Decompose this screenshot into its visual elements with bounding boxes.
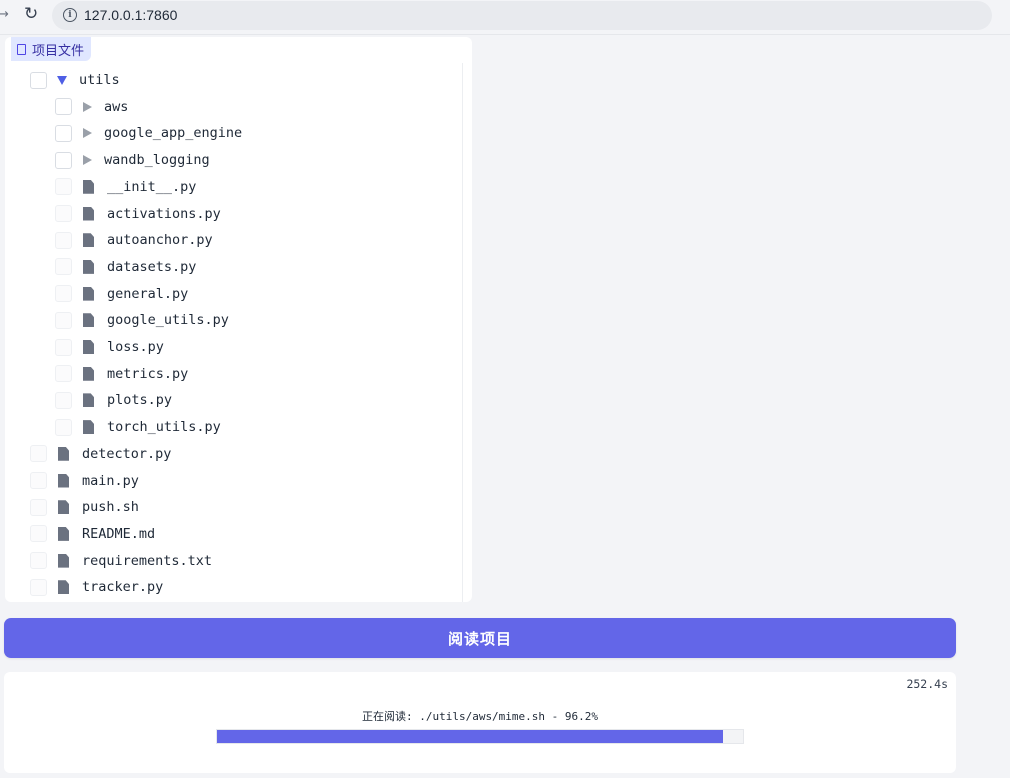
read-project-button[interactable]: 阅读项目 <box>4 618 956 658</box>
progress-bar <box>216 729 744 744</box>
file-icon <box>83 206 94 221</box>
caret-right-icon[interactable] <box>83 128 92 139</box>
tree-file[interactable]: plots.py <box>55 387 172 413</box>
tree-file[interactable]: autoanchor.py <box>55 227 213 253</box>
info-icon[interactable]: i <box>63 8 77 22</box>
tree-file[interactable]: datasets.py <box>55 254 196 280</box>
file-icon <box>83 259 94 274</box>
tree-item-label: google_utils.py <box>107 312 229 329</box>
checkbox[interactable] <box>30 578 47 596</box>
checkbox[interactable] <box>30 525 47 543</box>
tree-item-label: loss.py <box>107 339 164 355</box>
caret-down-icon[interactable] <box>57 75 67 85</box>
file-icon <box>83 233 94 248</box>
browser-toolbar: → ↻ i 127.0.0.1:7860 <box>0 0 1010 35</box>
tree-folder[interactable]: wandb_logging <box>55 147 210 173</box>
tree-item-label: aws <box>104 98 129 115</box>
checkbox[interactable] <box>30 472 47 489</box>
tree-item-label: main.py <box>82 472 139 489</box>
tree-file[interactable]: README.md <box>30 521 155 547</box>
checkbox[interactable] <box>55 178 72 196</box>
checkbox[interactable] <box>55 418 72 436</box>
file-icon <box>83 313 94 328</box>
file-icon <box>58 446 69 461</box>
tree-file[interactable]: tracker.py <box>30 574 163 600</box>
tree-item-label: wandb_logging <box>104 152 210 169</box>
file-icon <box>83 366 94 381</box>
tree-file[interactable]: activations.py <box>55 201 221 227</box>
checkbox[interactable] <box>55 124 72 142</box>
tree-folder[interactable]: google_app_engine <box>55 120 242 146</box>
panel-label-text: 项目文件 <box>32 43 85 59</box>
tree-item-label: detector.py <box>82 445 172 462</box>
file-icon <box>58 580 69 595</box>
tree-file[interactable]: __init__.py <box>55 174 196 200</box>
checkbox[interactable] <box>55 338 72 356</box>
tree-file[interactable]: requirements.txt <box>30 548 212 574</box>
file-icon <box>58 553 69 568</box>
tree-item-label: tracker.py <box>82 579 164 596</box>
tree-file[interactable]: general.py <box>55 281 188 307</box>
file-icon <box>58 526 69 541</box>
tree-file[interactable]: main.py <box>30 468 139 494</box>
checkbox[interactable] <box>55 231 72 249</box>
reload-icon[interactable]: ↻ <box>24 4 38 24</box>
tree-item-label: requirements.txt <box>82 552 213 569</box>
tree-item-label: metrics.py <box>107 365 189 382</box>
tree-folder[interactable]: utils <box>30 67 120 93</box>
caret-right-icon[interactable] <box>83 155 92 166</box>
app-main: 项目文件 utils aws google_app_engine wandb_logg… <box>0 35 1010 778</box>
tree-item-label: autoanchor.py <box>107 232 213 249</box>
file-icon <box>58 473 69 488</box>
tree-item-label: google_app_engine <box>104 125 243 142</box>
tree-file[interactable]: google_utils.py <box>55 307 229 333</box>
checkbox[interactable] <box>30 552 47 570</box>
checkbox[interactable] <box>30 445 47 463</box>
checkbox[interactable] <box>55 258 72 276</box>
tree-item-label: activations.py <box>107 205 221 222</box>
tree-item-label: __init__.py <box>107 178 197 195</box>
tree-file[interactable]: loss.py <box>55 334 164 360</box>
file-icon <box>83 393 94 408</box>
caret-right-icon[interactable] <box>83 101 92 112</box>
checkbox[interactable] <box>55 311 72 329</box>
elapsed-time: 252.4s <box>906 677 948 691</box>
checkbox[interactable] <box>55 98 72 116</box>
progress-bar-fill <box>217 730 723 743</box>
checkbox[interactable] <box>55 285 72 303</box>
panel-label: 项目文件 <box>11 37 92 61</box>
checkbox[interactable] <box>55 151 72 169</box>
document-icon <box>17 43 26 55</box>
checkbox[interactable] <box>30 498 47 516</box>
checkbox[interactable] <box>55 391 72 409</box>
file-icon <box>83 420 94 435</box>
tree-item-label: general.py <box>107 285 189 302</box>
checkbox[interactable] <box>55 365 72 383</box>
tree-file[interactable]: push.sh <box>30 494 139 520</box>
tree-file[interactable]: torch_utils.py <box>55 414 221 440</box>
file-icon <box>83 286 94 301</box>
file-icon <box>83 340 94 354</box>
tree-file[interactable]: detector.py <box>30 441 171 467</box>
arrow-right-icon[interactable]: → <box>0 7 9 22</box>
file-tree: utils aws google_app_engine wandb_logging __… <box>5 67 461 602</box>
tree-item-label: README.md <box>82 525 156 542</box>
checkbox[interactable] <box>55 205 72 222</box>
tree-item-label: push.sh <box>82 499 139 516</box>
tree-item-label: utils <box>79 72 120 88</box>
tree-item-label: plots.py <box>107 392 173 409</box>
progress-status-text: 正在阅读: ./utils/aws/mime.sh - 96.2% <box>361 710 599 723</box>
tree-item-label: datasets.py <box>107 258 197 275</box>
progress-card: 252.4s 正在阅读: ./utils/aws/mime.sh - 96.2% <box>4 672 956 773</box>
url-text[interactable]: 127.0.0.1:7860 <box>84 7 177 23</box>
file-icon <box>58 500 69 515</box>
tree-item-label: torch_utils.py <box>107 419 221 436</box>
file-icon <box>83 179 94 194</box>
tree-file[interactable]: metrics.py <box>55 361 188 387</box>
address-bar[interactable]: i 127.0.0.1:7860 <box>52 1 992 30</box>
tree-scrollbar[interactable] <box>462 63 463 602</box>
tree-folder[interactable]: aws <box>55 94 128 120</box>
project-files-panel: 项目文件 utils aws google_app_engine wandb_logg… <box>5 37 472 602</box>
checkbox[interactable] <box>30 71 47 89</box>
